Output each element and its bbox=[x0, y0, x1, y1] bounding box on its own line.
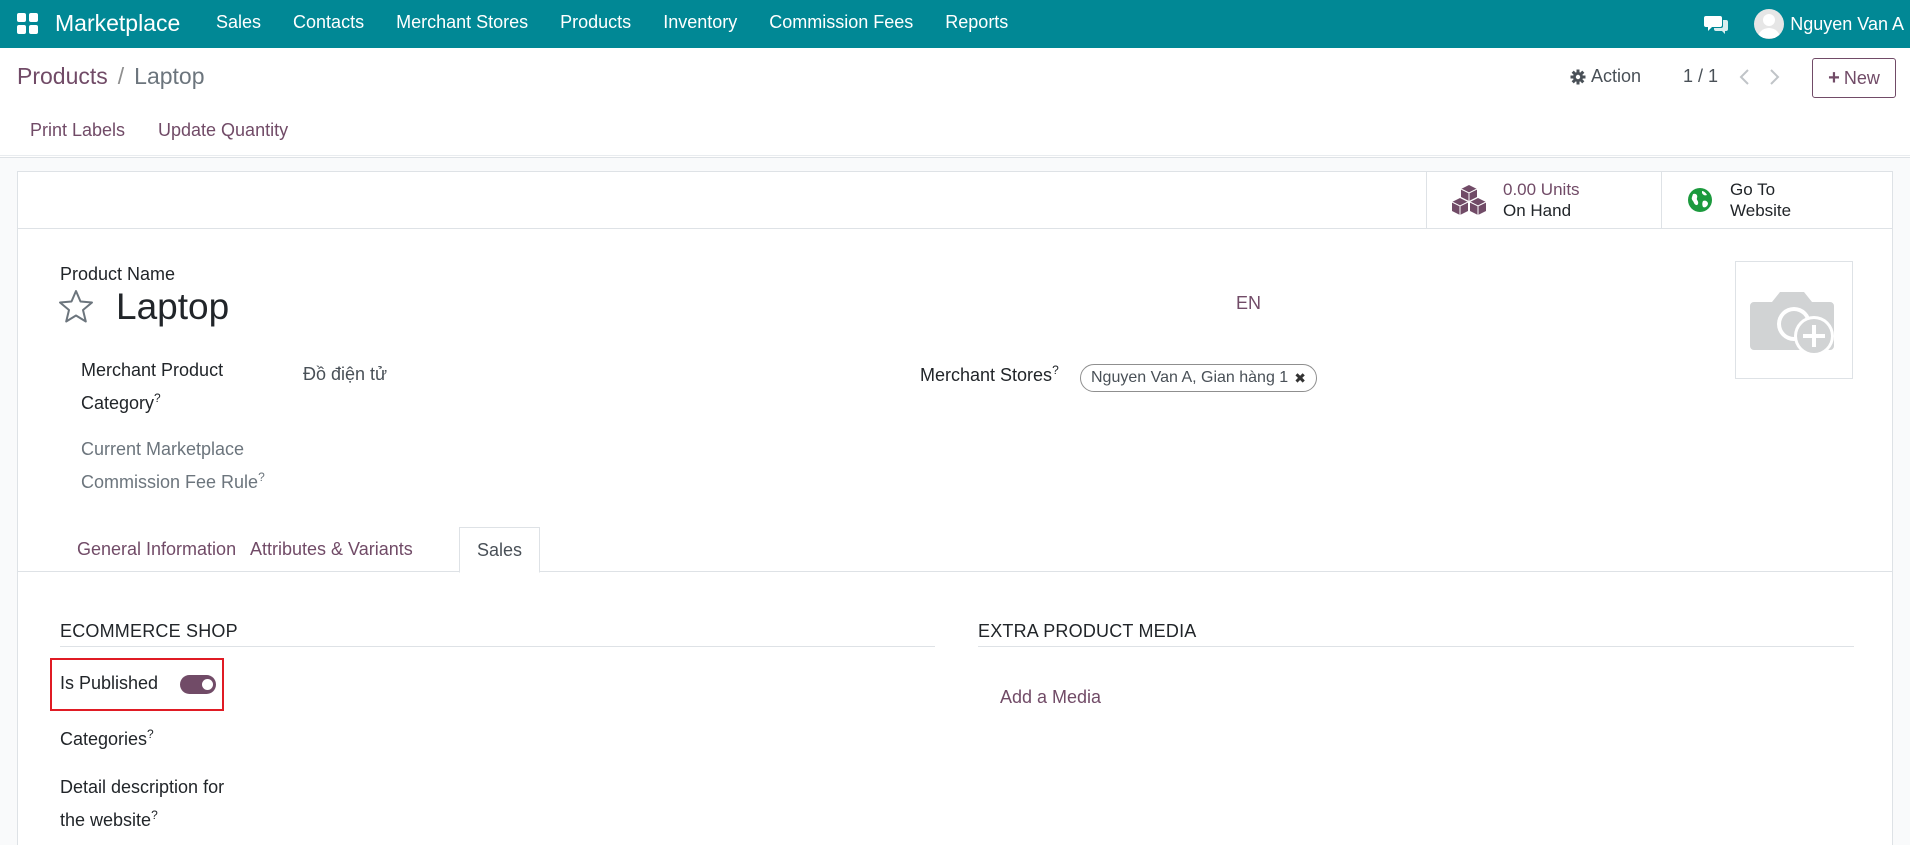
commission-fee-label-line1: Current Marketplace bbox=[81, 439, 245, 459]
extra-product-media-title: EXTRA PRODUCT MEDIA bbox=[978, 621, 1197, 641]
tab-attributes-variants[interactable]: Attributes & Variants bbox=[233, 527, 430, 573]
go-to-website-button[interactable]: Go To Website bbox=[1661, 172, 1894, 228]
is-published-label: Is Published bbox=[60, 673, 159, 693]
menu-item-inventory[interactable]: Inventory bbox=[647, 0, 753, 48]
control-divider bbox=[0, 155, 1910, 156]
menu-item-contacts[interactable]: Contacts bbox=[277, 0, 380, 48]
new-label: New bbox=[1843, 67, 1880, 88]
menu-item-commission-fees[interactable]: Commission Fees bbox=[753, 0, 929, 48]
menu-item-reports[interactable]: Reports bbox=[929, 0, 1024, 48]
update-quantity-button[interactable]: Update Quantity bbox=[158, 120, 288, 141]
product-name-field[interactable]: Laptop bbox=[116, 286, 229, 328]
control-panel bbox=[0, 48, 1910, 158]
product-image-upload[interactable] bbox=[1735, 261, 1853, 379]
tooltip-mark[interactable]: ? bbox=[258, 470, 265, 484]
detail-description-label: Detail description for the website? bbox=[60, 773, 224, 834]
add-media-button[interactable]: Add a Media bbox=[1000, 687, 1101, 708]
merchant-category-label-line1: Merchant Product bbox=[81, 360, 224, 380]
ecommerce-shop-title: ECOMMERCE SHOP bbox=[60, 621, 238, 641]
gear-icon bbox=[1570, 69, 1586, 84]
breadcrumb-current: Laptop bbox=[134, 63, 205, 89]
chevron-left-icon[interactable] bbox=[1736, 66, 1754, 88]
merchant-category-label-line2: Category bbox=[81, 393, 155, 413]
menu-item-products[interactable]: Products bbox=[544, 0, 647, 48]
section-divider bbox=[60, 646, 935, 647]
menu-item-sales[interactable]: Sales bbox=[200, 0, 277, 48]
units-on-hand-label: On Hand bbox=[1503, 201, 1572, 220]
user-name[interactable]: Nguyen Van A bbox=[1790, 14, 1904, 35]
detail-description-label-line1: Detail description for bbox=[60, 777, 225, 797]
menu-item-merchant-stores[interactable]: Merchant Stores bbox=[380, 0, 544, 48]
detail-description-label-line2: the website bbox=[60, 810, 152, 830]
section-divider bbox=[978, 646, 1854, 647]
merchant-store-tag-label: Nguyen Van A, Gian hàng 1 bbox=[1091, 369, 1289, 386]
chevron-right-icon[interactable] bbox=[1765, 66, 1783, 88]
categories-label: Categories? bbox=[60, 720, 154, 753]
merchant-stores-label: Merchant Stores? bbox=[920, 356, 1059, 389]
units-on-hand-button[interactable]: 0.00 Units On Hand bbox=[1426, 172, 1661, 228]
star-icon[interactable] bbox=[58, 289, 94, 323]
tooltip-mark[interactable]: ? bbox=[151, 808, 158, 822]
action-button[interactable]: Action bbox=[1570, 66, 1641, 87]
merchant-store-tag: Nguyen Van A, Gian hàng 1 ✖ bbox=[1080, 364, 1317, 392]
language-badge[interactable]: EN bbox=[1236, 293, 1261, 314]
action-label: Action bbox=[1591, 66, 1642, 86]
tab-sales[interactable]: Sales bbox=[459, 527, 541, 573]
pager-value[interactable]: 1 / 1 bbox=[1683, 66, 1718, 87]
main-menu: Sales Contacts Merchant Stores Products … bbox=[200, 0, 1024, 48]
go-to-website-line1: Go To bbox=[1730, 180, 1776, 199]
form-sheet: 0.00 Units On Hand Go To Website Product… bbox=[17, 171, 1893, 845]
merchant-category-label: Merchant Product Category? bbox=[81, 356, 223, 417]
breadcrumb: Products / Laptop bbox=[17, 63, 205, 90]
chat-icon[interactable] bbox=[1704, 13, 1730, 35]
notebook-tabs: General Information Attributes & Variant… bbox=[18, 527, 1892, 573]
new-button[interactable]: + New bbox=[1812, 58, 1896, 98]
avatar[interactable] bbox=[1754, 9, 1785, 39]
globe-icon bbox=[1688, 188, 1712, 212]
units-on-hand-value: 0.00 Units bbox=[1503, 180, 1580, 199]
breadcrumb-products[interactable]: Products bbox=[17, 63, 108, 90]
navbar-right: Nguyen Van A bbox=[1704, 0, 1910, 48]
breadcrumb-separator: / bbox=[117, 63, 125, 89]
is-published-toggle[interactable] bbox=[180, 675, 216, 694]
tooltip-mark[interactable]: ? bbox=[1052, 363, 1059, 377]
tooltip-mark[interactable]: ? bbox=[147, 727, 154, 741]
app-brand[interactable]: Marketplace bbox=[55, 10, 180, 37]
product-name-label: Product Name bbox=[60, 264, 176, 284]
commission-fee-label: Current Marketplace Commission Fee Rule? bbox=[81, 435, 265, 496]
smart-button-box: 0.00 Units On Hand Go To Website bbox=[18, 172, 1892, 229]
plus-icon: + bbox=[1828, 66, 1840, 89]
print-labels-button[interactable]: Print Labels bbox=[30, 120, 125, 141]
camera-plus-icon bbox=[1750, 292, 1834, 356]
apps-icon[interactable] bbox=[17, 13, 39, 35]
close-icon[interactable]: ✖ bbox=[1294, 370, 1306, 387]
commission-fee-label-line2: Commission Fee Rule bbox=[81, 472, 259, 492]
tab-general-information[interactable]: General Information bbox=[60, 527, 253, 573]
cubes-icon bbox=[1451, 185, 1487, 215]
top-navbar: Marketplace Sales Contacts Merchant Stor… bbox=[0, 0, 1910, 48]
tooltip-mark[interactable]: ? bbox=[154, 391, 161, 405]
go-to-website-line2: Website bbox=[1730, 201, 1792, 220]
merchant-category-field[interactable]: Đồ điện tử bbox=[303, 364, 387, 385]
merchant-stores-label-text: Merchant Stores bbox=[920, 365, 1053, 385]
categories-label-text: Categories bbox=[60, 729, 148, 749]
